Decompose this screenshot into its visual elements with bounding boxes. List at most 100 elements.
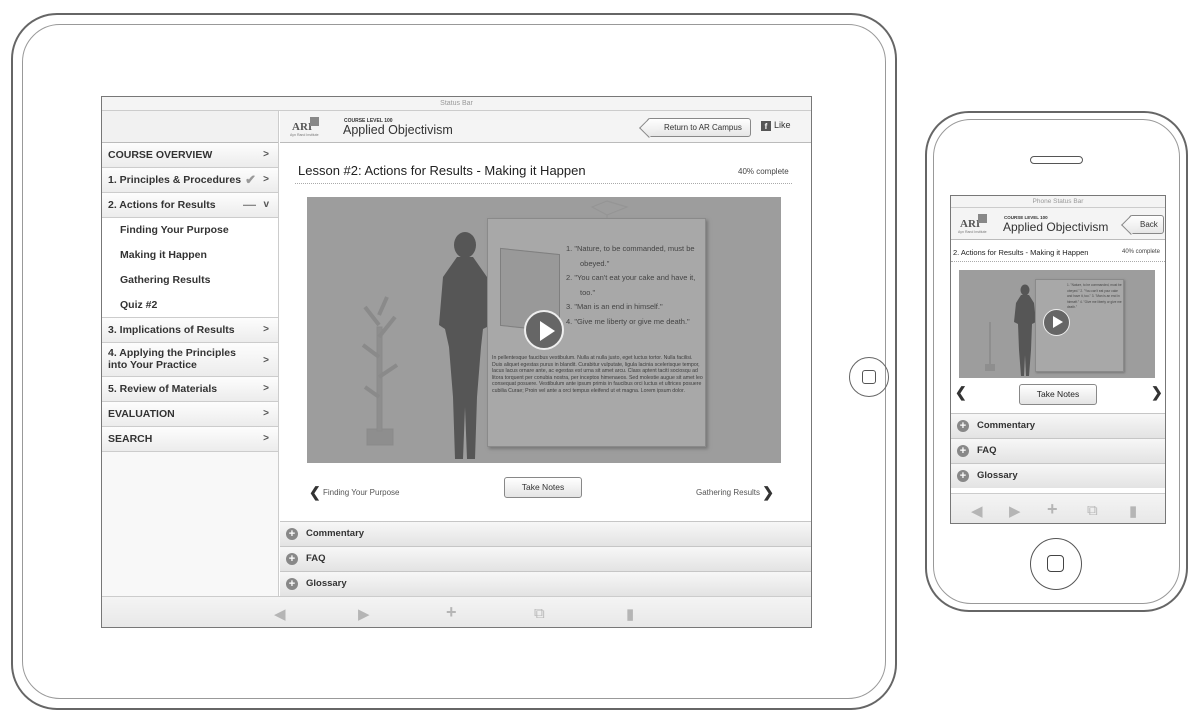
lesson-title: 2. Actions for Results - Making it Happe… [953, 248, 1089, 257]
sidebar-item-course-overview[interactable]: COURSE OVERVIEW > [102, 143, 278, 168]
course-header: ARI Ayn Rand Institute COURSE LEVEL 100 … [280, 111, 811, 143]
ari-logo: ARI Ayn Rand Institute [290, 117, 324, 139]
divider [951, 261, 1165, 262]
like-button[interactable]: f Like [761, 120, 791, 131]
video-player[interactable]: 1. "Nature, to be commanded, must be obe… [959, 270, 1155, 378]
back-button[interactable]: Back [1129, 215, 1164, 234]
chevron-right-icon[interactable]: ❯ [1151, 384, 1163, 401]
prev-lesson-link[interactable]: ❮ Finding Your Purpose [309, 484, 399, 501]
accordion-commentary[interactable]: + Commentary [951, 413, 1165, 438]
forward-arrow-icon[interactable]: ▶ [358, 605, 370, 623]
sidebar: COURSE OVERVIEW > 1. Principles & Procedu… [102, 111, 279, 596]
sidebar-item-applying[interactable]: 4. Applying the Principles into Your Pra… [102, 343, 278, 377]
accordion-label: FAQ [306, 553, 326, 564]
back-arrow-icon[interactable]: ◀ [971, 502, 983, 520]
quote-item: 1. "Nature, to be commanded, must be obe… [566, 244, 695, 268]
copy-icon[interactable]: ▮ [1129, 502, 1137, 520]
bottom-toolbar: ◀ ▶ + ⧉ ▮ [102, 596, 811, 627]
divider [295, 183, 792, 184]
chevron-right-icon: ❯ [762, 484, 774, 500]
status-bar: Status Bar [102, 97, 811, 111]
in-progress-icon: — [243, 197, 256, 212]
bottom-toolbar: ◀ ▶ + ⧉ ▮ [951, 493, 1165, 523]
return-to-campus-button[interactable]: Return to AR Campus [647, 118, 751, 137]
phone-home-button[interactable] [1030, 538, 1082, 590]
plus-circle-icon: + [957, 470, 969, 482]
chevron-left-icon[interactable]: ❮ [955, 384, 967, 401]
prev-lesson-label: Finding Your Purpose [322, 488, 400, 497]
progress-text: 40% complete [738, 167, 789, 176]
play-icon[interactable] [1043, 309, 1070, 336]
sidebar-item-label: COURSE OVERVIEW [108, 149, 213, 161]
sidebar-item-search[interactable]: SEARCH > [102, 427, 278, 452]
poster-body-text: In pellentesque faucibus vestibulum. Nul… [492, 355, 703, 394]
tablet-screen: Status Bar COURSE OVERVIEW > 1. Principle… [101, 96, 812, 628]
lesson-title: Lesson #2: Actions for Results - Making … [298, 163, 586, 178]
sidebar-item-review[interactable]: 5. Review of Materials > [102, 377, 278, 402]
take-notes-button[interactable]: Take Notes [504, 477, 582, 498]
chevron-right-icon: > [263, 355, 269, 366]
accordion-label: FAQ [977, 445, 997, 456]
plus-circle-icon: + [957, 445, 969, 457]
sidebar-item-actions[interactable]: 2. Actions for Results — v [102, 193, 278, 218]
video-player[interactable]: 1. "Nature, to be commanded, must be obe… [307, 197, 781, 463]
play-icon[interactable] [524, 310, 564, 350]
chevron-right-icon: > [263, 174, 269, 185]
sidebar-item-implications[interactable]: 3. Implications of Results > [102, 318, 278, 343]
chevron-down-icon: v [263, 199, 269, 210]
accordion-label: Commentary [977, 420, 1036, 431]
sidebar-item-label: 5. Review of Materials [108, 383, 218, 395]
plus-icon[interactable]: + [446, 602, 457, 623]
take-notes-button[interactable]: Take Notes [1019, 384, 1097, 405]
accordion-label: Commentary [306, 528, 365, 539]
next-lesson-label: Gathering Results [696, 488, 761, 497]
tablet-home-button[interactable] [849, 357, 889, 397]
sidebar-subitem-gathering-results[interactable]: Gathering Results [102, 268, 278, 293]
sidebar-item-label: SEARCH [108, 433, 153, 445]
accordion-label: Glossary [977, 470, 1018, 481]
sidebar-item-principles[interactable]: 1. Principles & Procedures ✔ > [102, 168, 278, 193]
quote-poster: 1. "Nature, to be commanded, must be obe… [487, 218, 706, 447]
chevron-left-icon: ❮ [309, 484, 321, 500]
phone-course-header: ARI Ayn Rand Institute COURSE LEVEL 100 … [951, 208, 1165, 240]
sidebar-subitem-finding-purpose[interactable]: Finding Your Purpose [102, 218, 278, 243]
accordion-glossary[interactable]: + Glossary [951, 463, 1165, 488]
accordion-commentary[interactable]: + Commentary [280, 521, 811, 546]
forward-arrow-icon[interactable]: ▶ [1009, 502, 1021, 520]
course-title: Applied Objectivism [1003, 220, 1109, 234]
checkmark-icon: ✔ [245, 172, 256, 187]
speaker-icon [1030, 156, 1083, 164]
plus-circle-icon: + [957, 420, 969, 432]
sidebar-item-label: 4. Applying the Principles into Your Pra… [108, 347, 236, 371]
plus-circle-icon: + [286, 553, 298, 565]
phone-status-bar: Phone Status Bar [951, 196, 1165, 208]
facebook-icon: f [761, 121, 771, 131]
accordion-faq[interactable]: + FAQ [951, 438, 1165, 463]
sidebar-item-label: 3. Implications of Results [108, 324, 235, 336]
chevron-right-icon: > [263, 324, 269, 335]
quote-item: 3. "Man is an end in himself." [566, 302, 663, 311]
ari-logo: ARI Ayn Rand Institute [958, 214, 992, 236]
plus-circle-icon: + [286, 528, 298, 540]
plus-icon[interactable]: + [1047, 499, 1058, 520]
quote-item: 2. "You can't eat your cake and have it,… [566, 273, 696, 297]
next-lesson-link[interactable]: Gathering Results ❯ [696, 484, 774, 501]
share-icon[interactable]: ⧉ [534, 605, 545, 622]
poster-text: 1. "Nature, to be commanded, must be obe… [1067, 283, 1122, 309]
sidebar-subitem-quiz[interactable]: Quiz #2 [102, 293, 278, 318]
chevron-right-icon: > [263, 433, 269, 444]
back-arrow-icon[interactable]: ◀ [274, 605, 286, 623]
share-icon[interactable]: ⧉ [1087, 502, 1098, 519]
sidebar-item-evaluation[interactable]: EVALUATION > [102, 402, 278, 427]
accordion-glossary[interactable]: + Glossary [280, 571, 811, 596]
accordion-label: Glossary [306, 578, 347, 589]
sidebar-item-label: EVALUATION [108, 408, 175, 420]
sidebar-header [102, 111, 278, 143]
copy-icon[interactable]: ▮ [626, 605, 634, 623]
chevron-right-icon: > [263, 149, 269, 160]
course-title: Applied Objectivism [343, 123, 453, 137]
plus-circle-icon: + [286, 578, 298, 590]
like-label: Like [774, 120, 791, 130]
accordion-faq[interactable]: + FAQ [280, 546, 811, 571]
sidebar-subitem-making-it-happen[interactable]: Making it Happen [102, 243, 278, 268]
